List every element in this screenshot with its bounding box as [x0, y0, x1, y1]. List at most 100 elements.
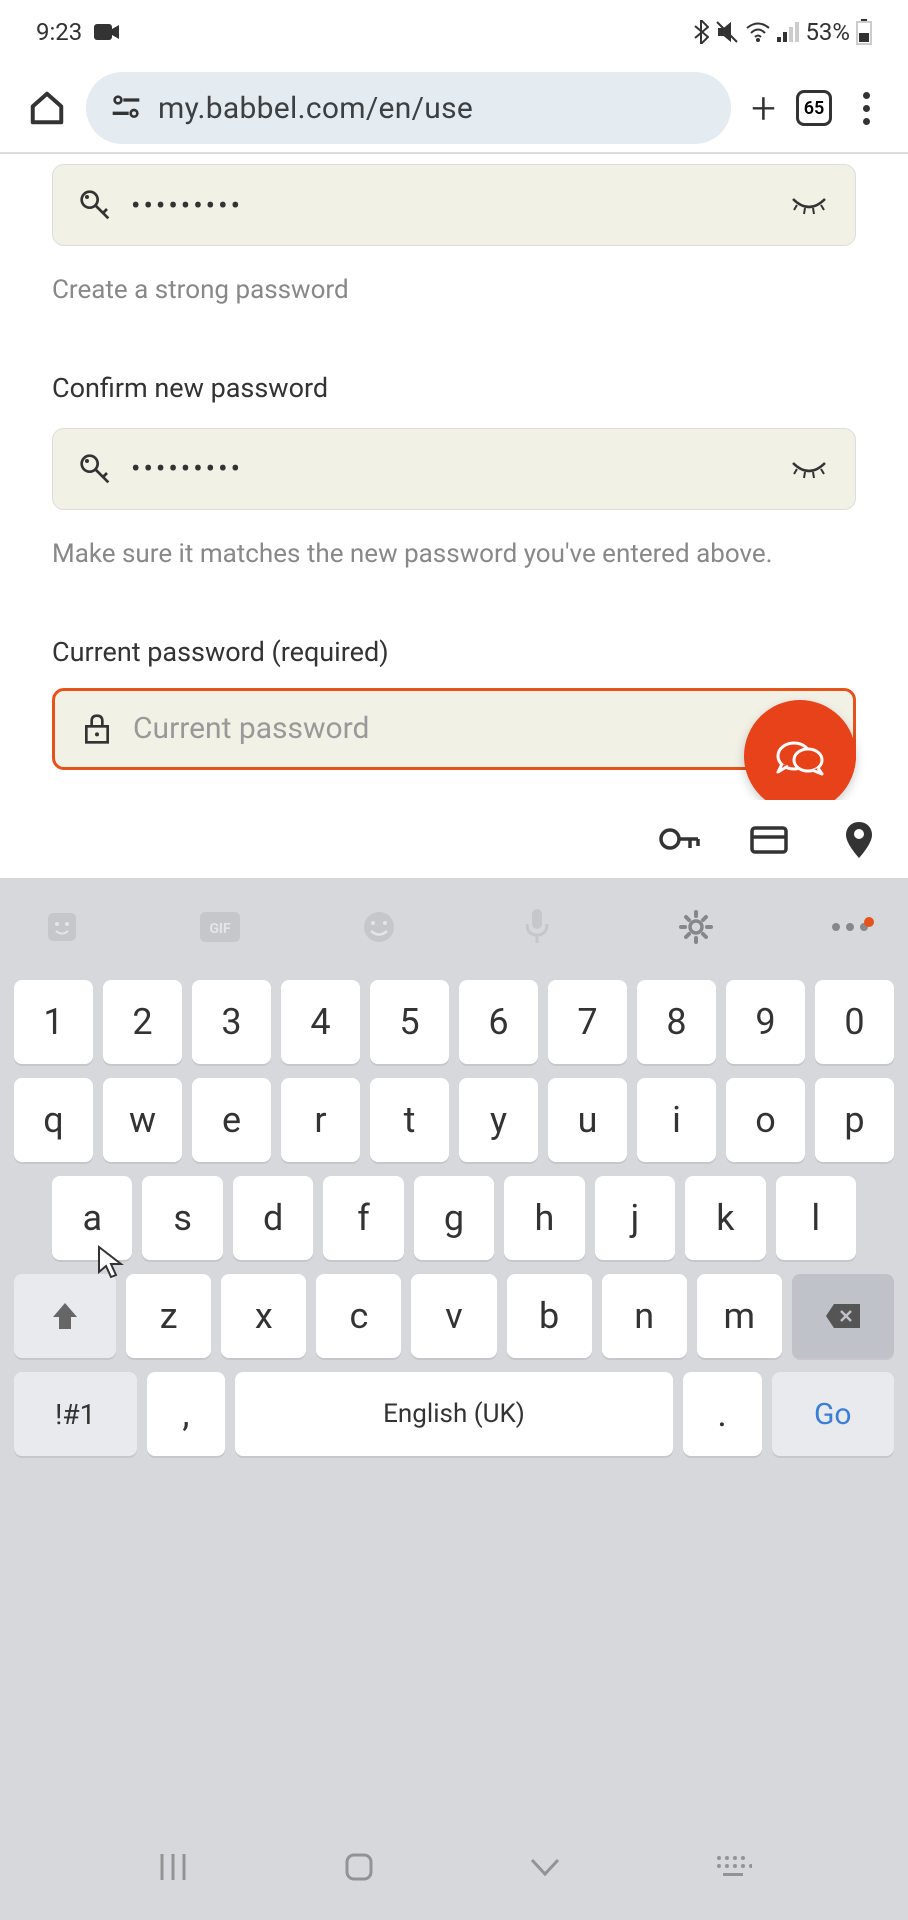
confirm-password-label: Confirm new password — [52, 372, 856, 404]
keyboard-suggestion-row: GIF — [0, 878, 908, 976]
key-go[interactable]: Go — [772, 1372, 895, 1456]
key-4[interactable]: 4 — [281, 980, 360, 1064]
key-o[interactable]: o — [726, 1078, 805, 1162]
home-nav-icon[interactable] — [342, 1850, 376, 1884]
key-backspace[interactable] — [792, 1274, 894, 1358]
battery-icon — [856, 19, 872, 45]
key-w[interactable]: w — [103, 1078, 182, 1162]
gif-icon[interactable]: GIF — [198, 905, 242, 949]
current-password-field[interactable]: Current password — [52, 688, 856, 770]
keyboard-row-1: 1 2 3 4 5 6 7 8 9 0 — [14, 980, 894, 1064]
camera-icon — [94, 22, 120, 42]
chat-fab[interactable] — [744, 700, 856, 812]
card-icon[interactable] — [748, 818, 790, 860]
confirm-password-hint: Make sure it matches the new password yo… — [52, 538, 856, 572]
key-5[interactable]: 5 — [370, 980, 449, 1064]
key-9[interactable]: 9 — [726, 980, 805, 1064]
more-icon[interactable] — [832, 923, 868, 931]
battery-percent: 53% — [805, 18, 850, 46]
key-shift[interactable] — [14, 1274, 116, 1358]
mic-icon[interactable] — [515, 905, 559, 949]
chat-icon — [772, 728, 828, 784]
key-d[interactable]: d — [233, 1176, 313, 1260]
key-j[interactable]: j — [595, 1176, 675, 1260]
keyboard: GIF 1 2 3 4 5 6 7 8 9 0 q w e r t y u i … — [0, 878, 908, 1920]
key-p[interactable]: p — [815, 1078, 894, 1162]
key-n[interactable]: n — [602, 1274, 687, 1358]
key-comma[interactable]: , — [147, 1372, 226, 1456]
url-text: my.babbel.com/en/use — [158, 91, 473, 126]
new-password-hint: Create a strong password — [52, 274, 856, 308]
key-space[interactable]: English (UK) — [235, 1372, 673, 1456]
key-m[interactable]: m — [697, 1274, 782, 1358]
divider — [0, 152, 908, 154]
signal-icon — [777, 22, 799, 42]
sticker-icon[interactable] — [40, 905, 84, 949]
key-r[interactable]: r — [281, 1078, 360, 1162]
mute-icon — [715, 20, 739, 44]
key-3[interactable]: 3 — [192, 980, 271, 1064]
key-7[interactable]: 7 — [548, 980, 627, 1064]
status-bar: 9:23 53% — [0, 0, 908, 64]
key-c[interactable]: c — [316, 1274, 401, 1358]
key-6[interactable]: 6 — [459, 980, 538, 1064]
key-b[interactable]: b — [507, 1274, 592, 1358]
keyboard-switch-icon[interactable] — [714, 1853, 752, 1881]
key-v[interactable]: v — [411, 1274, 496, 1358]
key-period[interactable]: . — [683, 1372, 762, 1456]
menu-icon[interactable] — [852, 92, 880, 125]
keyboard-row-4: z x c v b n m — [14, 1274, 894, 1358]
keyboard-toolbar — [0, 800, 908, 878]
recents-icon[interactable] — [156, 1850, 190, 1884]
key-0[interactable]: 0 — [815, 980, 894, 1064]
key-1[interactable]: 1 — [14, 980, 93, 1064]
content-area: ••••••••• Create a strong password Confi… — [0, 164, 908, 770]
new-tab-icon[interactable]: + — [751, 82, 776, 134]
key-h[interactable]: h — [504, 1176, 584, 1260]
keyboard-row-3: a s d f g h j k l — [14, 1176, 894, 1260]
key-l[interactable]: l — [776, 1176, 856, 1260]
keyboard-row-2: q w e r t y u i o p — [14, 1078, 894, 1162]
location-icon[interactable] — [838, 818, 880, 860]
key-z[interactable]: z — [126, 1274, 211, 1358]
key-icon — [79, 453, 111, 485]
key-symbols[interactable]: !#1 — [14, 1372, 137, 1456]
key-u[interactable]: u — [548, 1078, 627, 1162]
password-key-icon[interactable] — [658, 818, 700, 860]
keyboard-row-5: !#1 , English (UK) . Go — [14, 1372, 894, 1456]
current-password-placeholder: Current password — [133, 711, 827, 746]
tab-count: 65 — [804, 98, 825, 119]
eye-closed-icon[interactable] — [789, 195, 829, 215]
key-k[interactable]: k — [685, 1176, 765, 1260]
new-password-field[interactable]: ••••••••• — [52, 164, 856, 246]
back-icon[interactable] — [528, 1856, 562, 1878]
svg-text:GIF: GIF — [210, 921, 232, 937]
site-settings-icon[interactable] — [110, 92, 142, 124]
home-icon[interactable] — [28, 89, 66, 127]
cursor-icon — [96, 1244, 124, 1280]
current-password-label: Current password (required) — [52, 636, 856, 668]
confirm-password-field[interactable]: ••••••••• — [52, 428, 856, 510]
key-2[interactable]: 2 — [103, 980, 182, 1064]
bluetooth-icon — [693, 20, 709, 44]
key-e[interactable]: e — [192, 1078, 271, 1162]
tab-count-button[interactable]: 65 — [796, 90, 832, 126]
key-t[interactable]: t — [370, 1078, 449, 1162]
key-g[interactable]: g — [414, 1176, 494, 1260]
key-y[interactable]: y — [459, 1078, 538, 1162]
key-f[interactable]: f — [323, 1176, 403, 1260]
url-bar[interactable]: my.babbel.com/en/use — [86, 72, 731, 144]
confirm-password-value: ••••••••• — [131, 452, 769, 485]
key-i[interactable]: i — [637, 1078, 716, 1162]
key-q[interactable]: q — [14, 1078, 93, 1162]
status-left: 9:23 — [36, 18, 120, 46]
key-8[interactable]: 8 — [637, 980, 716, 1064]
key-s[interactable]: s — [142, 1176, 222, 1260]
settings-icon[interactable] — [674, 905, 718, 949]
key-x[interactable]: x — [221, 1274, 306, 1358]
lock-icon — [81, 713, 113, 745]
status-time: 9:23 — [36, 18, 82, 46]
eye-closed-icon[interactable] — [789, 459, 829, 479]
key-icon — [79, 189, 111, 221]
emoji-icon[interactable] — [357, 905, 401, 949]
